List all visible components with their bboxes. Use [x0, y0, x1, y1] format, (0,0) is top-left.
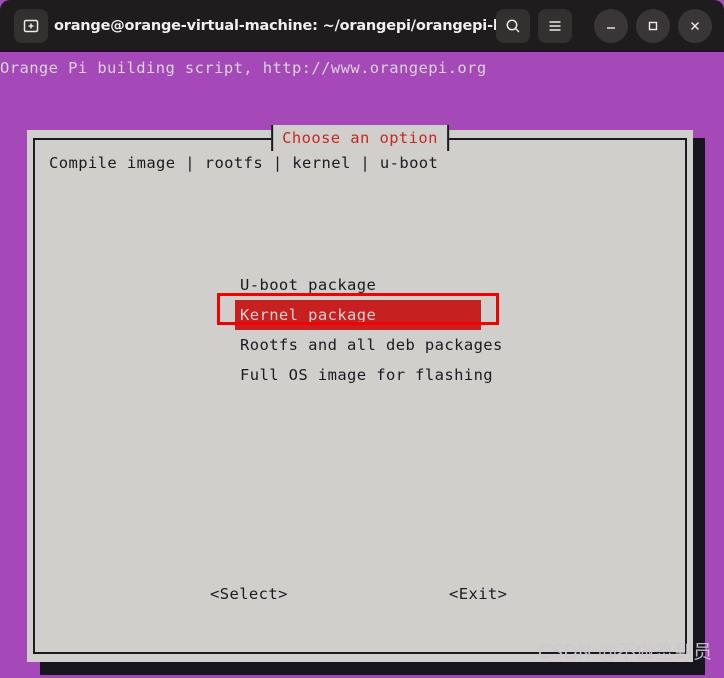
new-tab-icon[interactable] — [14, 9, 48, 43]
dialog-prompt-text: Compile image | rootfs | kernel | u-boot — [49, 154, 439, 172]
choose-an-option-dialog: Choose an option Compile image | rootfs … — [27, 125, 693, 662]
menu-item-rootfs-deb-packages[interactable]: Rootfs and all deb packages — [235, 330, 535, 360]
hamburger-menu-icon[interactable] — [538, 9, 572, 43]
titlebar-controls — [496, 9, 712, 43]
menu-item-kernel-package[interactable]: Kernel package — [235, 300, 481, 330]
screen: orange@orange-virtual-machine: ~/orangep… — [0, 0, 724, 678]
menu-item-uboot-package[interactable]: U-boot package — [235, 270, 535, 300]
dialog-title: Choose an option — [271, 125, 449, 151]
dialog-button-row: <Select> <Exit> — [35, 585, 685, 611]
search-icon[interactable] — [496, 9, 530, 43]
menu-item-full-os-image[interactable]: Full OS image for flashing — [235, 360, 535, 390]
terminal-body[interactable]: Orange Pi building script, http://www.or… — [0, 52, 724, 678]
window-title: orange@orange-virtual-machine: ~/orangep… — [54, 18, 496, 34]
minimize-icon[interactable] — [594, 9, 628, 43]
terminal-banner-line: Orange Pi building script, http://www.or… — [0, 59, 487, 77]
dialog-inner-frame: Choose an option Compile image | rootfs … — [33, 125, 687, 654]
window-titlebar: orange@orange-virtual-machine: ~/orangep… — [0, 0, 724, 52]
exit-button[interactable]: <Exit> — [449, 585, 507, 603]
watermark-text: CSDN @不做签到员 — [537, 641, 712, 663]
dialog-menu-list: U-boot package Kernel package Rootfs and… — [235, 270, 535, 390]
close-icon[interactable] — [678, 9, 712, 43]
select-button[interactable]: <Select> — [210, 585, 288, 603]
maximize-icon[interactable] — [636, 9, 670, 43]
